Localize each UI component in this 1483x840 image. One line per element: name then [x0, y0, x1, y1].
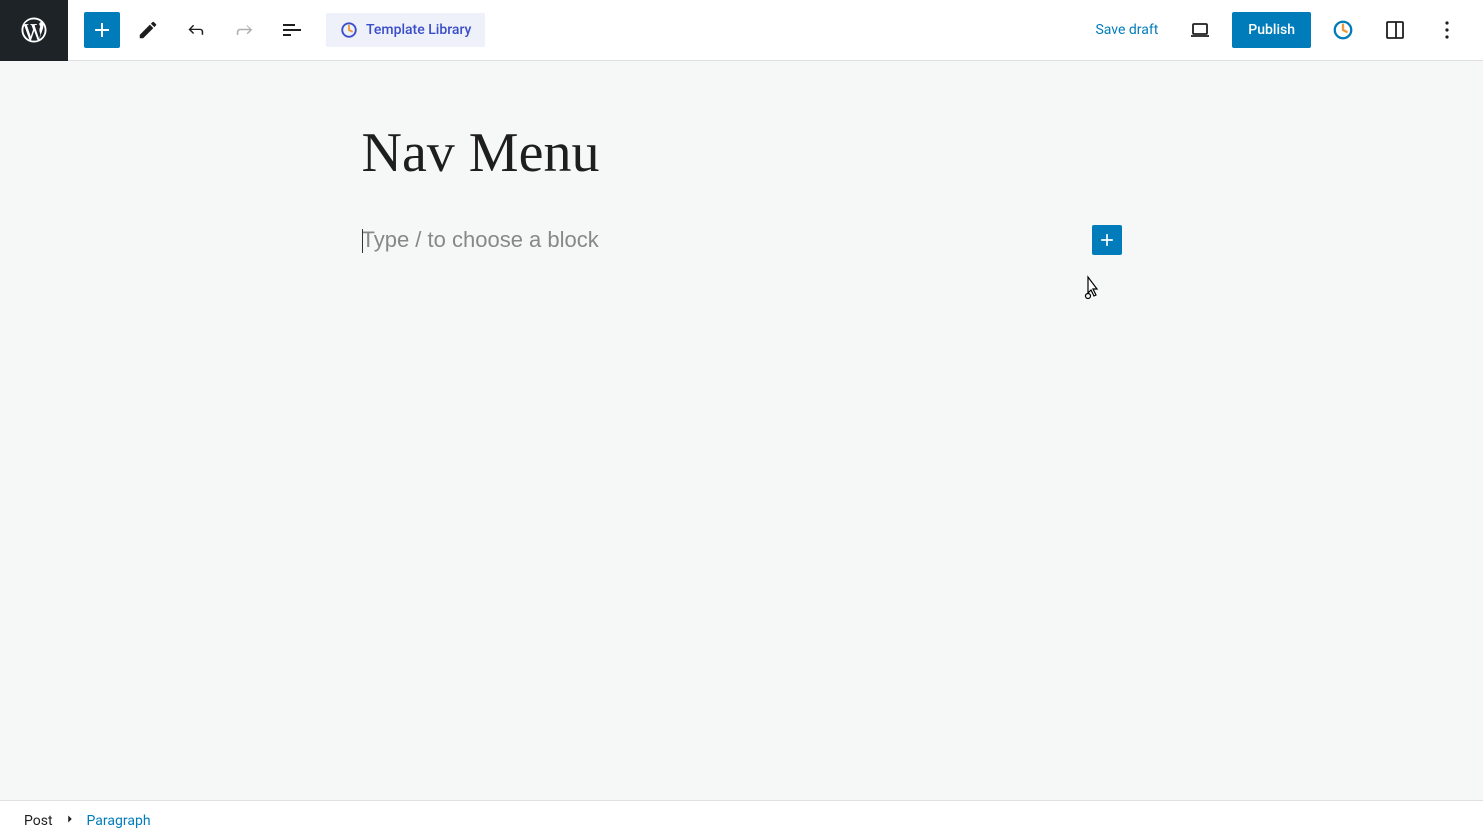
wordpress-logo[interactable]: [0, 0, 68, 61]
toolbar-left: Template Library: [68, 10, 485, 50]
post-title[interactable]: Nav Menu: [362, 121, 1122, 185]
undo-button[interactable]: [176, 10, 216, 50]
breadcrumb-current[interactable]: Paragraph: [87, 813, 151, 829]
pencil-icon: [137, 19, 159, 41]
chevron-right-icon: [63, 812, 77, 830]
settings-sidebar-button[interactable]: [1375, 10, 1415, 50]
list-view-icon: [280, 18, 304, 42]
block-placeholder-text: Type / to choose a block: [362, 227, 599, 252]
preview-button[interactable]: [1180, 10, 1220, 50]
document-overview-button[interactable]: [272, 10, 312, 50]
plus-icon: [1097, 230, 1117, 250]
options-button[interactable]: [1427, 10, 1467, 50]
save-draft-button[interactable]: Save draft: [1085, 16, 1168, 44]
more-vertical-icon: [1435, 18, 1459, 42]
template-library-label: Template Library: [366, 22, 471, 38]
plus-icon: [90, 18, 114, 42]
plugin-button[interactable]: [1323, 10, 1363, 50]
wordpress-icon: [19, 15, 49, 45]
content-area: Nav Menu Type / to choose a block: [362, 121, 1122, 255]
plugin-icon: [1332, 19, 1354, 41]
template-library-button[interactable]: Template Library: [326, 13, 485, 47]
block-placeholder[interactable]: Type / to choose a block: [362, 227, 1092, 253]
editor-canvas[interactable]: Nav Menu Type / to choose a block: [0, 61, 1483, 800]
template-library-icon: [340, 21, 358, 39]
redo-button[interactable]: [224, 10, 264, 50]
empty-paragraph-block: Type / to choose a block: [362, 225, 1122, 255]
block-breadcrumb: Post Paragraph: [0, 800, 1483, 840]
redo-icon: [232, 18, 256, 42]
sidebar-icon: [1383, 18, 1407, 42]
tools-button[interactable]: [128, 10, 168, 50]
toolbar-right: Save draft Publish: [1085, 10, 1483, 50]
breadcrumb-root[interactable]: Post: [24, 813, 53, 829]
editor-toolbar: Template Library Save draft Publish: [0, 0, 1483, 61]
undo-icon: [184, 18, 208, 42]
publish-button[interactable]: Publish: [1232, 12, 1311, 48]
text-cursor: [362, 229, 363, 253]
laptop-icon: [1188, 18, 1212, 42]
toggle-block-inserter-button[interactable]: [84, 12, 120, 48]
inline-add-block-button[interactable]: [1092, 225, 1122, 255]
